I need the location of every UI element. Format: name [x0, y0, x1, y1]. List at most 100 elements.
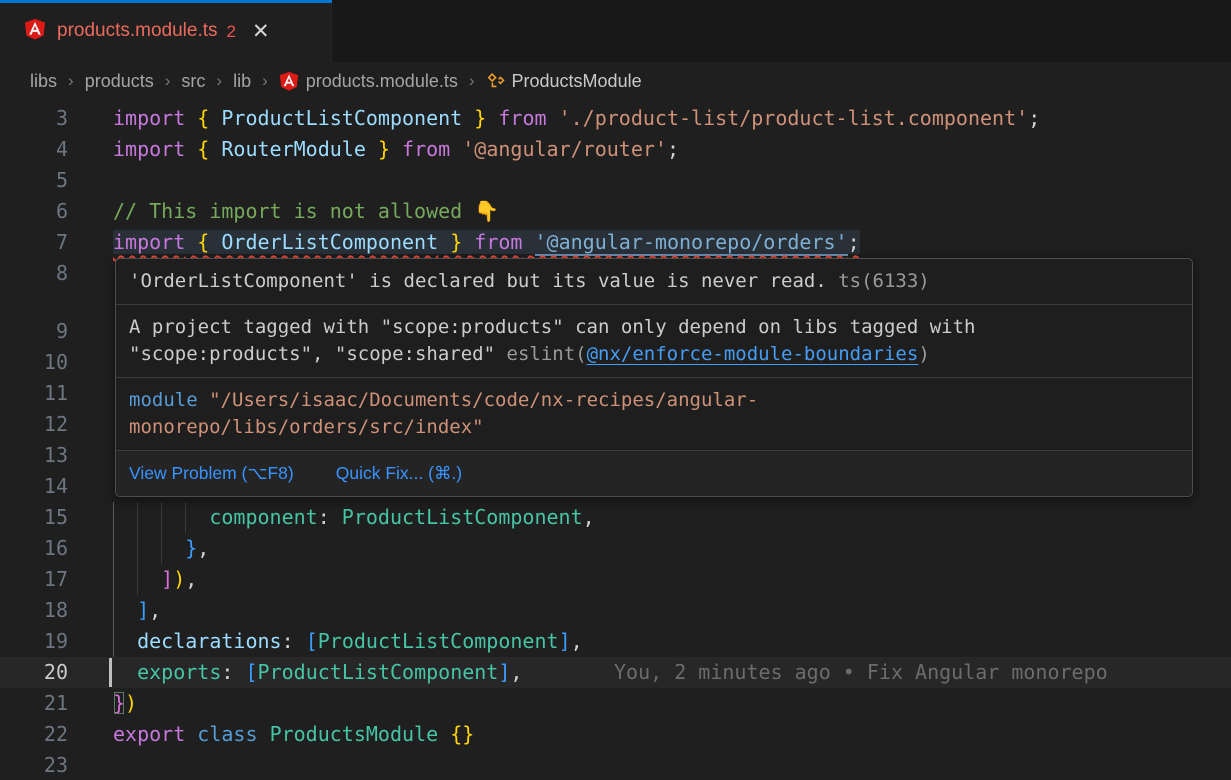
code-line-content[interactable]: export class ProductsModule {}: [113, 719, 474, 750]
code-token: ,: [185, 567, 197, 591]
hover-module-path-line1: "/Users/isaac/Documents/code/nx-recipes/…: [198, 389, 759, 411]
hover-eslint-source-suffix: ): [918, 343, 929, 365]
line-number[interactable]: 23: [0, 750, 68, 780]
hover-eslint-line2: "scope:products", "scope:shared": [129, 343, 507, 365]
code-token: }: [474, 106, 486, 130]
eslint-rule-link[interactable]: @nx/enforce-module-boundaries: [587, 343, 919, 365]
code-line-content[interactable]: import { RouterModule } from '@angular/r…: [113, 134, 679, 165]
code-line-7[interactable]: 7 import { OrderListComponent } from '@an…: [0, 227, 1231, 258]
view-problem-action[interactable]: View Problem (⌥F8): [129, 460, 294, 487]
line-number[interactable]: 6: [0, 196, 68, 227]
line-number[interactable]: 10: [0, 347, 68, 378]
code-token: ;: [848, 230, 860, 254]
code-line-content[interactable]: import { OrderListComponent } from '@ang…: [113, 227, 860, 258]
line-number[interactable]: 4: [0, 134, 68, 165]
code-line-18[interactable]: 18 ],: [0, 595, 1231, 626]
code-line-content[interactable]: },: [113, 533, 209, 564]
code-token: export: [113, 722, 185, 746]
line-number[interactable]: 18: [0, 595, 68, 626]
code-token: [185, 106, 197, 130]
line-number[interactable]: 20: [0, 657, 68, 688]
code-line-5[interactable]: 5: [0, 165, 1231, 196]
breadcrumb-label: products: [85, 71, 154, 92]
code-line-content[interactable]: component: ProductListComponent,: [113, 502, 595, 533]
line-number[interactable]: 16: [0, 533, 68, 564]
tab-products-module[interactable]: products.module.ts 2 ✕: [0, 0, 332, 62]
line-number[interactable]: 22: [0, 719, 68, 750]
code-token: :: [221, 660, 245, 684]
code-line-4[interactable]: 4 import { RouterModule } from '@angular/…: [0, 134, 1231, 165]
code-token: RouterModule: [221, 137, 366, 161]
code-line-content[interactable]: ],: [113, 595, 161, 626]
line-number[interactable]: 5: [0, 165, 68, 196]
code-token: [258, 722, 270, 746]
code-token: import: [113, 106, 185, 130]
code-token: }: [378, 137, 390, 161]
code-line-content[interactable]: ]),: [113, 564, 197, 595]
code-token: [438, 230, 450, 254]
line-number[interactable]: 15: [0, 502, 68, 533]
code-token: [: [306, 629, 318, 653]
hover-popup: 'OrderListComponent' is declared but its…: [115, 258, 1193, 497]
code-line-22[interactable]: 22 export class ProductsModule {}: [0, 719, 1231, 750]
code-token: ProductListComponent: [318, 629, 559, 653]
breadcrumb-item-products[interactable]: products: [85, 71, 154, 92]
breadcrumb-separator: ›: [469, 71, 475, 91]
code-line-content[interactable]: }): [113, 688, 137, 719]
code-token: [113, 660, 137, 684]
code-line-19[interactable]: 19 declarations: [ProductListComponent],: [0, 626, 1231, 657]
code-line-6[interactable]: 6 // This import is not allowed 👇: [0, 196, 1231, 227]
line-number[interactable]: 3: [0, 103, 68, 134]
breadcrumb-separator: ›: [68, 71, 74, 91]
code-token: [209, 230, 221, 254]
code-line-17[interactable]: 17 ]),: [0, 564, 1231, 595]
code-line-23[interactable]: 23: [0, 750, 1231, 780]
close-icon[interactable]: ✕: [252, 21, 270, 42]
code-line-content[interactable]: declarations: [ProductListComponent],: [113, 626, 583, 657]
breadcrumb-label: ProductsModule: [512, 71, 642, 92]
code-line-content[interactable]: exports: [ProductListComponent],: [113, 657, 522, 688]
code-token: [450, 137, 462, 161]
code-token: ,: [197, 536, 209, 560]
code-token: :: [282, 629, 306, 653]
code-token: exports: [137, 660, 221, 684]
line-number[interactable]: 17: [0, 564, 68, 595]
breadcrumb-label: libs: [30, 71, 57, 92]
tab-bar: products.module.ts 2 ✕: [0, 0, 1231, 62]
code-token: ]: [161, 567, 173, 591]
code-token: ): [125, 691, 137, 715]
tab-problems-count: 2: [227, 22, 236, 42]
code-line-15[interactable]: 15 component: ProductListComponent,: [0, 502, 1231, 533]
code-line-21[interactable]: 21}): [0, 688, 1231, 719]
line-number[interactable]: 19: [0, 626, 68, 657]
quick-fix-action[interactable]: Quick Fix... (⌘.): [336, 460, 462, 487]
code-line-content[interactable]: import { ProductListComponent } from './…: [113, 103, 1040, 134]
code-token: }: [185, 536, 197, 560]
breadcrumb-item-productsmodule[interactable]: ProductsModule: [486, 71, 642, 92]
code-line-3[interactable]: 3 import { ProductListComponent } from '.…: [0, 103, 1231, 134]
code-line-20[interactable]: 20 exports: [ProductListComponent],You, …: [0, 657, 1231, 688]
code-token: '@angular/router': [462, 137, 667, 161]
breadcrumb-item-lib[interactable]: lib: [233, 71, 251, 92]
line-number[interactable]: 8: [0, 258, 68, 289]
breadcrumb-item-src[interactable]: src: [181, 71, 205, 92]
code-line-content[interactable]: // This import is not allowed 👇: [113, 196, 499, 227]
line-number[interactable]: 13: [0, 440, 68, 471]
code-token: [185, 230, 197, 254]
line-number[interactable]: 9: [0, 316, 68, 347]
line-number[interactable]: 7: [0, 227, 68, 258]
breadcrumb-item-products-module-ts[interactable]: products.module.ts: [279, 71, 458, 92]
code-line-16[interactable]: 16 },: [0, 533, 1231, 564]
line-number[interactable]: 12: [0, 409, 68, 440]
breadcrumb-item-libs[interactable]: libs: [30, 71, 57, 92]
code-token: from: [474, 230, 522, 254]
code-token: [113, 567, 161, 591]
line-number[interactable]: 21: [0, 688, 68, 719]
code-token: from: [402, 137, 450, 161]
line-number[interactable]: 14: [0, 471, 68, 502]
line-number[interactable]: 11: [0, 378, 68, 409]
code-token: OrderListComponent: [221, 230, 438, 254]
code-token: declarations: [137, 629, 282, 653]
code-token: [185, 137, 197, 161]
code-token: [462, 230, 474, 254]
